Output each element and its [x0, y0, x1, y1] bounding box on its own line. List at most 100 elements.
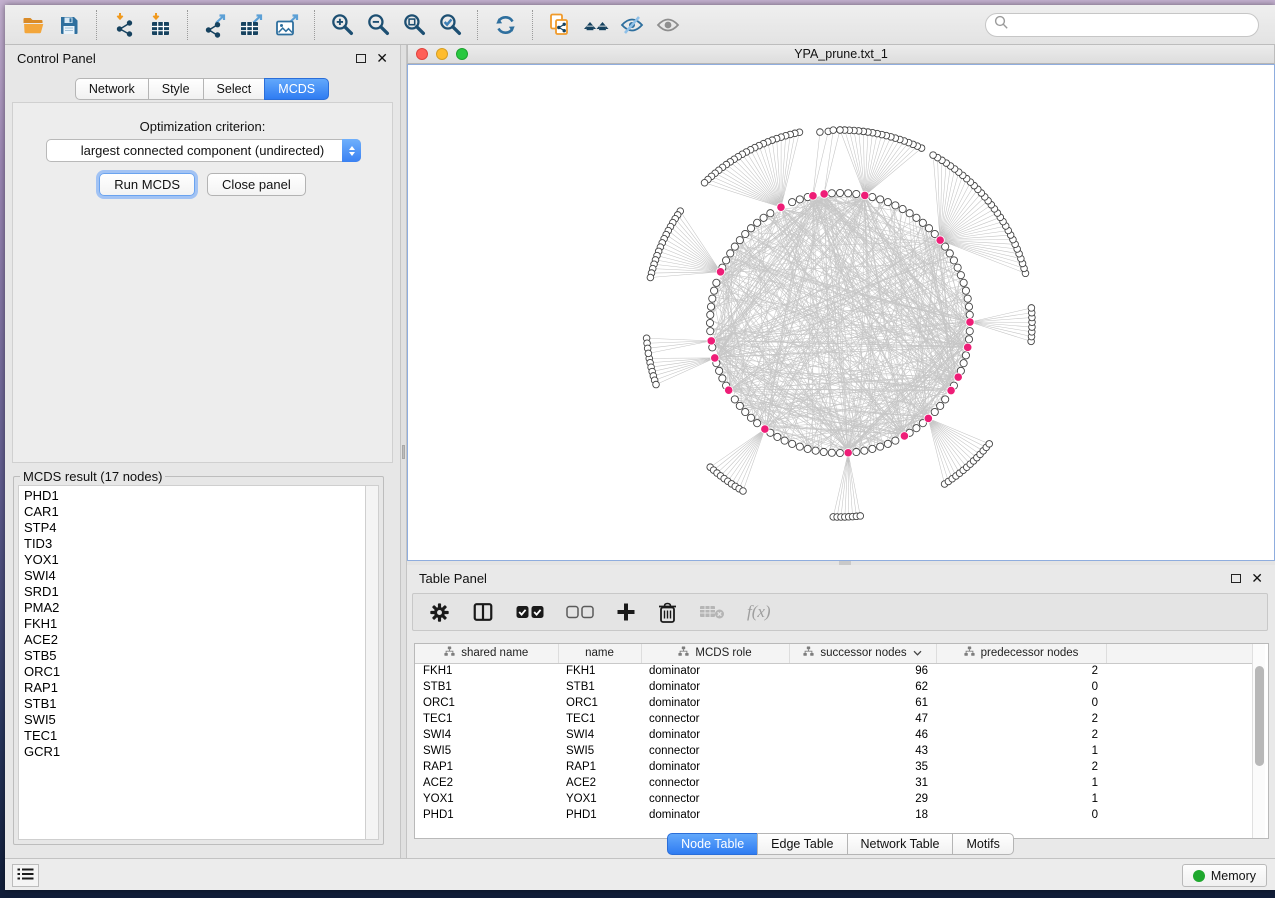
zoom-fit-button[interactable] — [396, 10, 432, 40]
tab-network-table[interactable]: Network Table — [847, 833, 954, 855]
result-item[interactable]: RAP1 — [24, 680, 365, 696]
close-panel-button[interactable]: Close panel — [207, 173, 306, 196]
table-row[interactable]: PHD1PHD1dominator180 — [415, 807, 1253, 823]
add-row-plus-icon[interactable] — [616, 602, 636, 622]
table-row[interactable]: ACE2ACE2connector311 — [415, 775, 1253, 791]
table-scrollbar[interactable] — [1252, 644, 1265, 838]
result-item[interactable]: PMA2 — [24, 600, 365, 616]
result-item[interactable]: SRD1 — [24, 584, 365, 600]
result-item[interactable]: TEC1 — [24, 728, 365, 744]
network-window-title: YPA_prune.txt_1 — [408, 47, 1274, 61]
open-session-button[interactable] — [15, 10, 51, 40]
column-header-MCDS-role[interactable]: MCDS role — [641, 644, 789, 663]
table-row[interactable]: FKH1FKH1dominator962 — [415, 663, 1253, 679]
table-row[interactable]: TEC1TEC1connector472 — [415, 711, 1253, 727]
mcds-result-list[interactable]: PHD1CAR1STP4TID3YOX1SWI4SRD1PMA2FKH1ACE2… — [18, 485, 365, 840]
splitter-grip[interactable] — [402, 445, 405, 459]
result-item[interactable]: STB5 — [24, 648, 365, 664]
mcds-node — [924, 414, 932, 422]
export-table-button[interactable] — [233, 10, 269, 40]
float-panel-icon[interactable] — [356, 54, 366, 63]
import-table-button[interactable] — [142, 10, 178, 40]
function-builder-icon[interactable]: f(x) — [747, 602, 771, 622]
node-table[interactable]: shared namenameMCDS rolesuccessor nodesp… — [415, 644, 1253, 823]
zoom-selected-button[interactable] — [432, 10, 468, 40]
column-header-predecessor-nodes[interactable]: predecessor nodes — [936, 644, 1106, 663]
close-panel-icon[interactable]: ✕ — [376, 53, 388, 63]
save-session-button[interactable] — [51, 10, 87, 40]
network-canvas[interactable] — [407, 64, 1275, 561]
result-item[interactable]: PHD1 — [24, 488, 365, 504]
tab-style[interactable]: Style — [148, 78, 204, 100]
export-network-button[interactable] — [197, 10, 233, 40]
result-list-scrollbar[interactable] — [365, 485, 379, 840]
mcds-node — [716, 268, 724, 276]
memory-button[interactable]: Memory — [1182, 864, 1267, 887]
result-item[interactable]: ORC1 — [24, 664, 365, 680]
result-item[interactable]: TID3 — [24, 536, 365, 552]
result-item[interactable]: STB1 — [24, 696, 365, 712]
column-header-successor-nodes[interactable]: successor nodes — [789, 644, 936, 663]
table-row[interactable]: RAP1RAP1dominator352 — [415, 759, 1253, 775]
float-panel-icon[interactable] — [1231, 574, 1241, 583]
result-item[interactable]: SWI4 — [24, 568, 365, 584]
result-item[interactable]: CAR1 — [24, 504, 365, 520]
apply-layout-button[interactable] — [487, 10, 523, 40]
task-history-button[interactable] — [12, 864, 39, 887]
show-column-icon[interactable] — [472, 601, 494, 623]
delete-table-icon[interactable] — [699, 604, 725, 620]
new-network-from-selection-button[interactable] — [542, 10, 578, 40]
ring-node — [965, 303, 972, 310]
ring-node — [707, 328, 714, 335]
scrollbar-thumb[interactable] — [1255, 666, 1264, 766]
tab-network[interactable]: Network — [75, 78, 149, 100]
show-all-button[interactable] — [650, 10, 686, 40]
search-input[interactable] — [1014, 18, 1258, 32]
tab-motifs[interactable]: Motifs — [952, 833, 1013, 855]
show-all-eye-icon — [655, 13, 681, 37]
zoom-out-button[interactable] — [360, 10, 396, 40]
table-row[interactable]: STB1STB1dominator620 — [415, 679, 1253, 695]
tab-edge-table[interactable]: Edge Table — [757, 833, 847, 855]
network-window-titlebar: YPA_prune.txt_1 — [407, 44, 1275, 64]
ring-node — [836, 189, 843, 196]
criterion-select[interactable]: largest connected component (undirected) — [46, 139, 361, 162]
hide-selected-button[interactable] — [614, 10, 650, 40]
leaf-node — [1028, 305, 1035, 312]
run-mcds-button[interactable]: Run MCDS — [99, 173, 195, 196]
import-network-button[interactable] — [106, 10, 142, 40]
control-panel-title: Control Panel — [17, 51, 96, 66]
result-item[interactable]: GCR1 — [24, 744, 365, 760]
ring-node — [716, 367, 723, 374]
result-item[interactable]: ACE2 — [24, 632, 365, 648]
export-image-button[interactable] — [269, 10, 305, 40]
select-all-checks-icon[interactable] — [516, 605, 544, 619]
deselect-all-checks-icon[interactable] — [566, 605, 594, 619]
first-neighbors-button[interactable] — [578, 10, 614, 40]
zoom-in-button[interactable] — [324, 10, 360, 40]
table-row[interactable]: SWI5SWI5connector431 — [415, 743, 1253, 759]
result-item[interactable]: FKH1 — [24, 616, 365, 632]
vertical-splitter[interactable] — [400, 45, 407, 858]
ring-node — [742, 230, 749, 237]
sitemap-icon — [803, 646, 814, 660]
table-options-gear-icon[interactable] — [429, 602, 450, 623]
table-row[interactable]: ORC1ORC1dominator610 — [415, 695, 1253, 711]
result-item[interactable]: YOX1 — [24, 552, 365, 568]
network-graph[interactable] — [408, 65, 1274, 560]
ring-node — [828, 190, 835, 197]
close-panel-icon[interactable]: ✕ — [1251, 573, 1263, 583]
result-item[interactable]: SWI5 — [24, 712, 365, 728]
table-panel: Table Panel ✕ f(x) shared namenameMCDS r… — [407, 565, 1275, 858]
table-row[interactable]: SWI4SWI4dominator462 — [415, 727, 1253, 743]
tab-mcds[interactable]: MCDS — [264, 78, 329, 100]
ring-node — [869, 193, 876, 200]
column-header-name[interactable]: name — [558, 644, 641, 663]
tab-node-table[interactable]: Node Table — [667, 833, 758, 855]
column-header-shared-name[interactable]: shared name — [415, 644, 558, 663]
table-row[interactable]: YOX1YOX1connector291 — [415, 791, 1253, 807]
ring-node — [877, 196, 884, 203]
result-item[interactable]: STP4 — [24, 520, 365, 536]
delete-rows-trash-icon[interactable] — [658, 602, 677, 623]
tab-select[interactable]: Select — [203, 78, 266, 100]
